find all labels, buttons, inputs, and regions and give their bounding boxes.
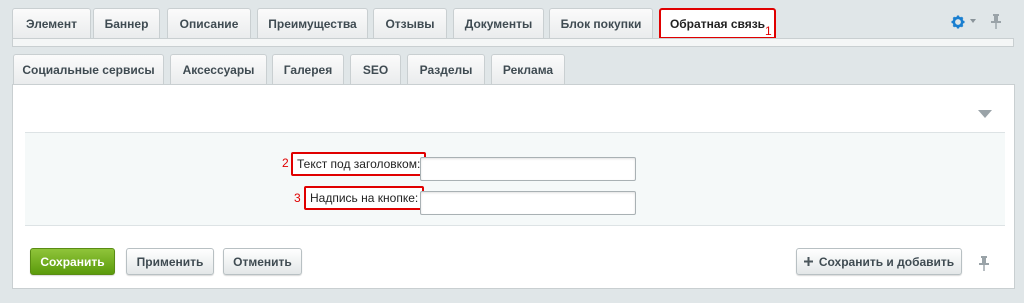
tab-description[interactable]: Описание [167, 8, 251, 38]
gear-icon[interactable] [950, 14, 966, 30]
tab-label: Обратная связь [669, 16, 766, 31]
pin-icon[interactable] [978, 255, 990, 271]
tab-label: Описание [179, 16, 239, 31]
tab-advertising[interactable]: Реклама [491, 54, 565, 84]
tab-label: Элемент [26, 16, 77, 31]
apply-button-label: Применить [136, 254, 204, 269]
tab-accessories[interactable]: Аксессуары [170, 54, 267, 84]
tab-label: SEO [362, 62, 389, 77]
cancel-button[interactable]: Отменить [223, 248, 302, 275]
plus-icon [803, 257, 813, 266]
tab-feedback[interactable]: Обратная связь [659, 8, 776, 39]
tab-label: Отзывы [385, 16, 435, 31]
save-button[interactable]: Сохранить [30, 248, 115, 275]
button-caption-label: Надпись на кнопке: [304, 186, 425, 210]
button-caption-label-text: Надпись на кнопке: [310, 191, 419, 205]
tab-bar-main: Элемент Баннер Описание Преимущества Отз… [0, 8, 1024, 39]
chevron-down-icon[interactable] [969, 17, 977, 25]
subtitle-text-label-text: Текст под заголовком: [297, 157, 421, 171]
tab-label: Преимущества [268, 16, 357, 31]
cancel-button-label: Отменить [233, 254, 292, 269]
tab-bar-secondary: Социальные сервисы Аксессуары Галерея SE… [0, 54, 1024, 84]
tab-label: Документы [464, 16, 533, 31]
button-caption-input[interactable] [420, 191, 636, 215]
save-and-add-button[interactable]: Сохранить и добавить [796, 248, 962, 275]
tab-label: Блок покупки [560, 16, 642, 31]
save-and-add-button-label: Сохранить и добавить [818, 254, 955, 269]
tab-label: Баннер [104, 16, 149, 31]
tab-documents[interactable]: Документы [453, 8, 544, 38]
save-button-label: Сохранить [40, 254, 105, 269]
tab-gallery[interactable]: Галерея [272, 54, 344, 84]
annotation-number-3: 3 [294, 191, 301, 205]
tab-sections[interactable]: Разделы [407, 54, 485, 84]
annotation-number-2: 2 [282, 156, 289, 170]
tab-label: Галерея [283, 62, 333, 77]
tab-social-services[interactable]: Социальные сервисы [13, 54, 164, 84]
tab-label: Реклама [502, 62, 554, 77]
tab-banner[interactable]: Баннер [93, 8, 160, 38]
tab-label: Аксессуары [182, 62, 255, 77]
subtitle-text-input[interactable] [420, 157, 636, 181]
tab-element[interactable]: Элемент [12, 8, 91, 38]
annotation-number-1: 1 [765, 24, 772, 38]
tab-advantages[interactable]: Преимущества [257, 8, 368, 38]
apply-button[interactable]: Применить [126, 248, 214, 275]
subtitle-text-label: Текст под заголовком: [291, 152, 427, 176]
tab-purchase-block[interactable]: Блок покупки [549, 8, 653, 38]
tab-strip-divider [12, 38, 1014, 47]
tab-reviews[interactable]: Отзывы [373, 8, 447, 38]
tab-seo[interactable]: SEO [350, 54, 401, 84]
tab-label: Разделы [419, 62, 473, 77]
pin-icon[interactable] [990, 13, 1002, 29]
triangle-down-icon[interactable] [978, 110, 992, 118]
tab-label: Социальные сервисы [22, 62, 155, 77]
